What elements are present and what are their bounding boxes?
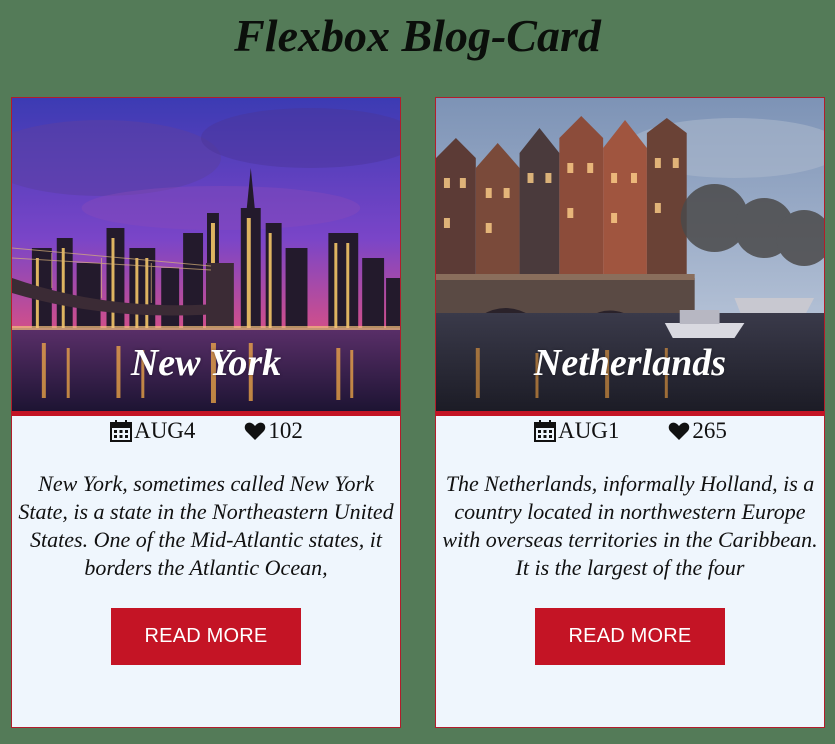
card-date: AUG1	[533, 418, 619, 444]
heart-icon	[669, 422, 690, 440]
card-hero-image: Netherlands	[436, 98, 824, 411]
read-more-button[interactable]: READ MORE	[111, 608, 301, 665]
card-date: AUG4	[109, 418, 195, 444]
calendar-icon	[534, 420, 557, 442]
card-excerpt: The Netherlands, informally Holland, is …	[442, 471, 818, 580]
card-hero-image: New York	[12, 98, 400, 411]
heart-icon	[245, 422, 266, 440]
card-meta: AUG4 102	[12, 416, 400, 446]
card-excerpt: New York, sometimes called New York Stat…	[18, 471, 394, 580]
calendar-icon	[110, 420, 133, 442]
card-title: New York	[130, 342, 282, 384]
page-title: Flexbox Blog-Card	[234, 10, 601, 61]
card-likes-count: 265	[692, 418, 727, 443]
card-date-text: AUG1	[558, 418, 620, 443]
blog-card-netherlands: Netherlands AUG1 265 The Netherlands, in…	[435, 97, 825, 728]
card-likes: 265	[667, 418, 727, 444]
card-likes: 102	[243, 418, 303, 444]
card-date-text: AUG4	[134, 418, 196, 443]
card-likes-count: 102	[268, 418, 303, 443]
card-title: Netherlands	[533, 342, 727, 384]
blog-card-new-york: New York AUG4 102 New York, sometimes ca…	[11, 97, 401, 728]
card-meta: AUG1 265	[436, 416, 824, 446]
read-more-button[interactable]: READ MORE	[535, 608, 725, 665]
